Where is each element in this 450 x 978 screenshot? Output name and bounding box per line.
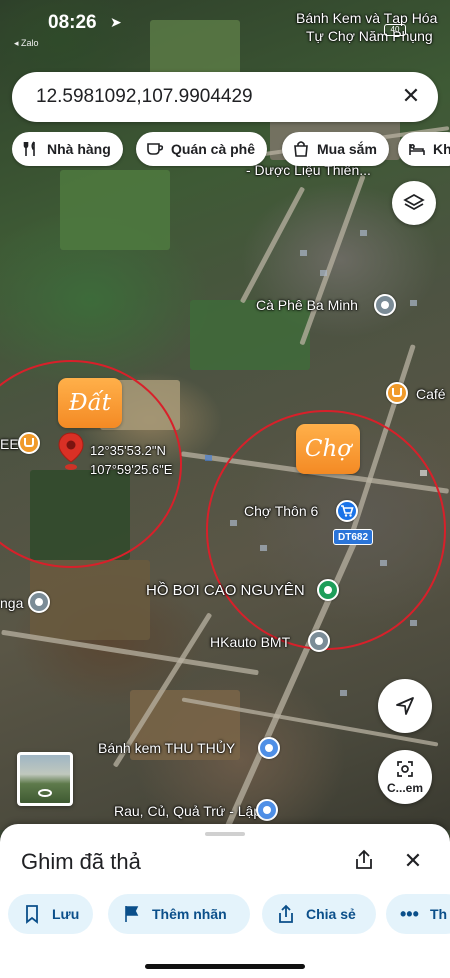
place-label[interactable]: Chợ Thôn 6 <box>244 503 318 519</box>
chip-restaurants[interactable]: Nhà hàng <box>12 132 123 166</box>
map-road <box>299 174 366 346</box>
location-arrow-icon: ➤ <box>110 14 122 30</box>
navigation-arrow-icon <box>396 697 414 715</box>
location-poi-icon[interactable] <box>308 630 330 652</box>
map-building <box>300 250 307 256</box>
close-icon[interactable]: ✕ <box>398 83 424 109</box>
coffee-icon <box>147 143 164 155</box>
place-label[interactable]: EE <box>0 436 19 452</box>
add-label-button[interactable]: Thêm nhãn <box>108 894 250 934</box>
coffee-poi-icon[interactable] <box>18 432 40 454</box>
chip-label: Nhà hàng <box>47 141 111 157</box>
save-button[interactable]: Lưu <box>8 894 94 934</box>
camera-lens-icon <box>397 761 413 777</box>
location-poi-icon[interactable] <box>28 591 50 613</box>
action-label: Th <box>430 906 448 922</box>
place-label[interactable]: Bánh kem THU THỦY <box>98 740 235 756</box>
place-label[interactable]: HỒ BƠI CAO NGUYÊN <box>146 582 305 599</box>
map-building <box>320 270 327 276</box>
location-poi-icon[interactable] <box>374 294 396 316</box>
chip-label: Quán cà phê <box>171 141 256 157</box>
market-tag: Chợ <box>296 424 360 474</box>
battery-icon: 40 <box>384 24 406 36</box>
shopping-bag-icon <box>294 141 308 157</box>
lens-label: C...em <box>386 781 423 795</box>
fork-knife-icon <box>23 141 35 156</box>
chip-hotels[interactable]: Kh <box>398 132 450 166</box>
more-action-button[interactable]: ••• Th <box>386 894 450 934</box>
land-tag: Đất <box>58 378 122 428</box>
place-label[interactable]: Café <box>416 386 446 402</box>
home-indicator <box>145 964 305 969</box>
lens-button[interactable]: C...em <box>378 750 432 804</box>
action-label: Chia sẻ <box>306 906 356 922</box>
shopping-bag-poi-icon[interactable] <box>258 737 280 759</box>
street-view-thumbnail[interactable] <box>17 752 73 806</box>
pin-longitude: 107°59'25.6"E <box>90 462 173 477</box>
status-time: 08:26 <box>48 12 97 33</box>
close-icon: ✕ <box>403 848 423 873</box>
dropped-pin-sheet[interactable]: Ghim đã thả ✕ Lưu Thêm nhãn Chia sẻ ••• … <box>0 824 450 978</box>
shopping-cart-poi-icon[interactable] <box>336 500 358 522</box>
map-road <box>239 186 306 304</box>
share-icon <box>356 849 372 869</box>
sheet-title: Ghim đã thả <box>21 849 141 874</box>
place-label[interactable]: nga <box>0 595 23 611</box>
map-building <box>340 690 347 696</box>
my-location-button[interactable] <box>378 679 432 733</box>
action-label: Thêm nhãn <box>152 906 227 922</box>
bed-icon <box>409 144 425 155</box>
sheet-handle[interactable] <box>205 832 245 836</box>
map-building <box>360 230 367 236</box>
chip-shopping[interactable]: Mua sắm <box>282 132 389 166</box>
place-label[interactable]: HKauto BMT <box>210 634 290 650</box>
search-input[interactable]: 12.5981092,107.9904429 <box>36 86 253 108</box>
coffee-poi-icon[interactable] <box>386 382 408 404</box>
dropped-pin-icon[interactable] <box>58 432 84 472</box>
share-action-button[interactable]: Chia sẻ <box>262 894 376 934</box>
status-bar: 08:26 ➤ ◂ Zalo 40 <box>0 0 450 49</box>
share-icon <box>279 904 293 923</box>
more-icon: ••• <box>400 904 419 924</box>
route-shield: DT682 <box>333 529 374 545</box>
action-label: Lưu <box>52 906 80 922</box>
chip-label: Kh <box>433 141 450 157</box>
shopping-bag-poi-icon[interactable] <box>256 799 278 821</box>
street-view-icon <box>38 789 52 797</box>
location-poi-icon[interactable] <box>317 579 339 601</box>
pin-latitude: 12°35'53.2"N <box>90 443 166 458</box>
close-sheet-button[interactable]: ✕ <box>400 848 426 874</box>
category-chips: Nhà hàng Quán cà phê Mua sắm Kh <box>12 132 450 168</box>
place-label[interactable]: Rau, Củ, Quả Trứ - Lập <box>114 803 261 819</box>
chip-coffee[interactable]: Quán cà phê <box>136 132 268 166</box>
map-building <box>410 620 417 626</box>
bookmark-icon <box>26 905 38 924</box>
share-button[interactable] <box>352 848 376 872</box>
layers-icon <box>403 194 425 210</box>
map-field <box>60 170 170 250</box>
search-bar[interactable]: 12.5981092,107.9904429 ✕ <box>12 72 438 122</box>
flag-icon <box>125 906 139 922</box>
map-building <box>205 455 212 461</box>
chip-label: Mua sắm <box>317 141 377 157</box>
back-to-app-link[interactable]: ◂ Zalo <box>14 38 39 49</box>
place-label[interactable]: Cà Phê Ba Minh <box>256 297 358 313</box>
map-building <box>410 300 417 306</box>
layers-button[interactable] <box>392 181 436 225</box>
